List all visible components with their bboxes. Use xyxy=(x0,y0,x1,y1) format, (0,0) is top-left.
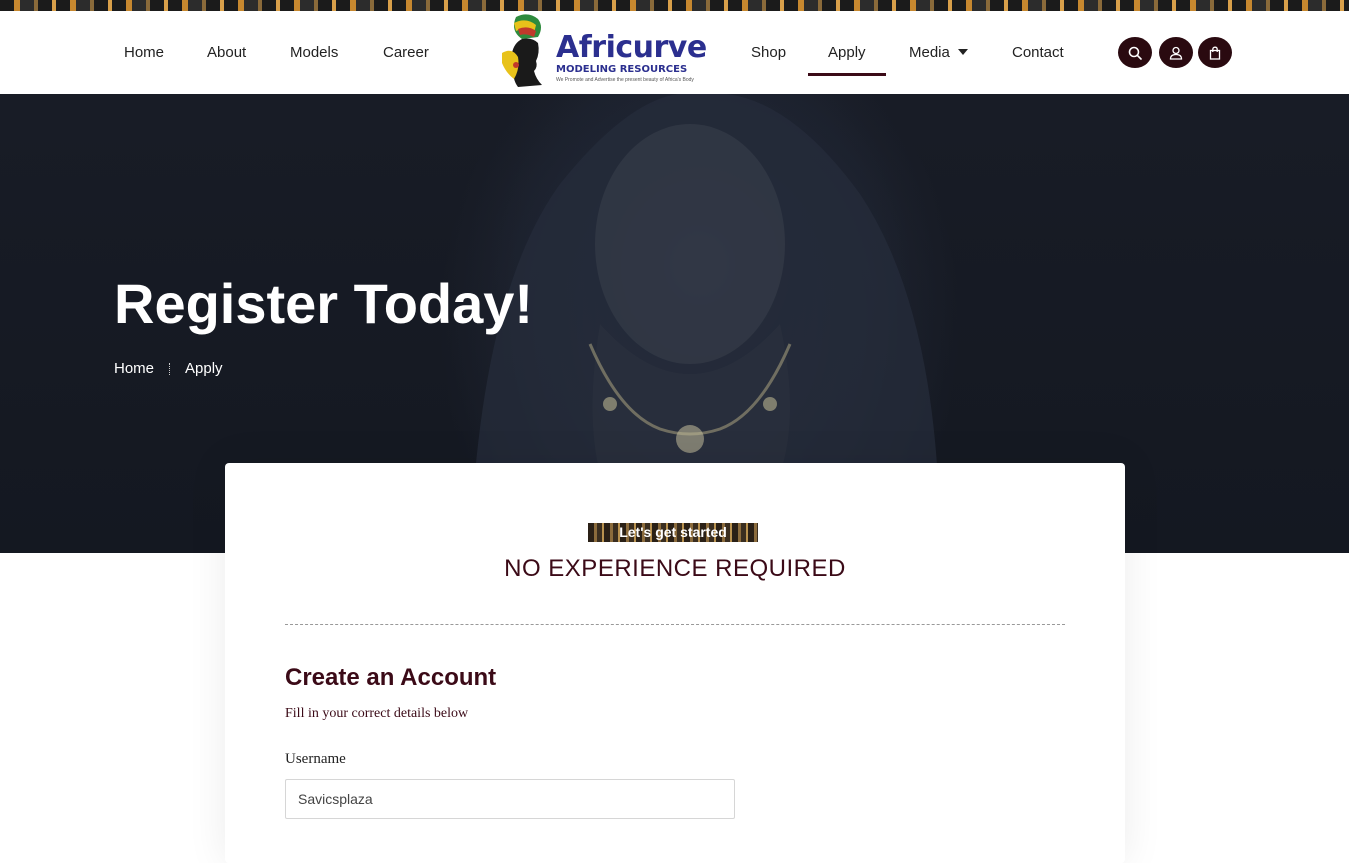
nav-models[interactable]: Models xyxy=(290,11,338,94)
chevron-down-icon xyxy=(957,49,968,56)
logo-tagline: We Promote and Advertise the present bea… xyxy=(556,77,694,83)
no-experience-heading: NO EXPERIENCE REQUIRED xyxy=(504,555,846,582)
section-divider xyxy=(285,624,1065,625)
username-label: Username xyxy=(285,751,346,767)
site-logo[interactable]: Africurve MODELING RESOURCES We Promote … xyxy=(498,13,714,89)
nav-shop[interactable]: Shop xyxy=(751,11,786,94)
nav-home[interactable]: Home xyxy=(124,11,164,94)
nav-career[interactable]: Career xyxy=(383,11,429,94)
user-icon xyxy=(1169,46,1183,60)
search-button[interactable] xyxy=(1118,37,1152,68)
account-button[interactable] xyxy=(1159,37,1193,68)
logo-woman-icon xyxy=(502,14,542,87)
shopping-bag-icon xyxy=(1209,46,1221,60)
nav-media-label: Media xyxy=(909,44,950,61)
logo-title: Africurve xyxy=(556,30,707,65)
nav-apply[interactable]: Apply xyxy=(808,11,885,94)
breadcrumb: Home Apply xyxy=(114,360,223,377)
breadcrumb-home[interactable]: Home xyxy=(114,360,154,377)
nav-about[interactable]: About xyxy=(207,11,246,94)
lets-get-started-badge: Let's get started xyxy=(588,523,758,542)
decorative-pattern-strip xyxy=(0,0,1349,11)
logo-subtitle: MODELING RESOURCES xyxy=(556,64,688,75)
breadcrumb-apply[interactable]: Apply xyxy=(185,360,223,377)
form-subtitle: Fill in your correct details below xyxy=(285,706,469,721)
page-title: Register Today! xyxy=(114,272,534,335)
username-field[interactable] xyxy=(285,779,735,819)
nav-contact[interactable]: Contact xyxy=(1012,11,1064,94)
nav-media[interactable]: Media xyxy=(909,11,968,94)
site-header: Home About Models Career Africurve MODEL… xyxy=(0,11,1349,94)
cart-button[interactable] xyxy=(1198,37,1232,68)
form-title: Create an Account xyxy=(285,664,497,691)
search-icon xyxy=(1128,46,1142,60)
registration-card: Let's get started NO EXPERIENCE REQUIRED… xyxy=(225,463,1125,863)
breadcrumb-separator xyxy=(169,362,171,375)
